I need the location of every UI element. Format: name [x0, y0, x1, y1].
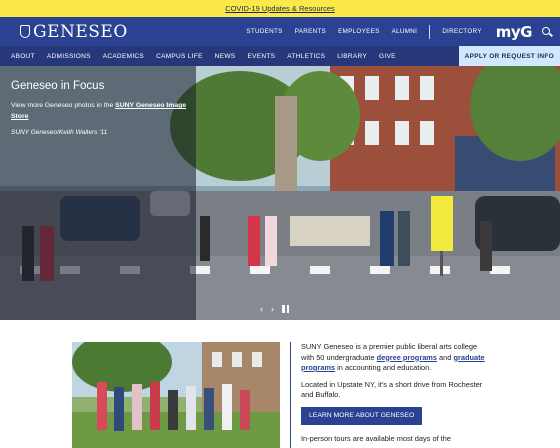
search-icon[interactable]: [542, 26, 552, 37]
nav-academics[interactable]: ACADEMICS: [103, 53, 144, 60]
nav-news[interactable]: NEWS: [215, 53, 236, 60]
mygeneseo-portal-link[interactable]: myG: [496, 23, 533, 41]
nav-library[interactable]: LIBRARY: [337, 53, 367, 60]
geneseo-seal-icon: [20, 25, 30, 38]
main-navigation: ABOUT ADMISSIONS ACADEMICS CAMPUS LIFE N…: [0, 46, 560, 66]
intro-section: SUNY Geneseo is a premier public liberal…: [0, 320, 560, 448]
chevron-left-icon[interactable]: ‹: [260, 304, 263, 314]
geneseo-logo[interactable]: GENESEO: [20, 22, 128, 42]
top-link-directory[interactable]: DIRECTORY: [442, 28, 482, 35]
intro-paragraph-3: In-person tours are available most days …: [301, 434, 451, 443]
degree-programs-link[interactable]: degree programs: [377, 353, 437, 362]
photo-credit: SUNY Geneseo/Keith Walters '11: [11, 129, 108, 136]
chevron-right-icon[interactable]: ›: [271, 304, 274, 314]
students-group-photo: [72, 342, 280, 448]
nav-about[interactable]: ABOUT: [11, 53, 35, 60]
hero-caption: Geneseo in Focus View more Geneseo photo…: [11, 80, 191, 136]
covid-alert-bar: COVID-19 Updates & Resources: [0, 0, 560, 17]
intro-p1-suffix: in accounting and education.: [335, 363, 432, 372]
top-header: GENESEO STUDENTS PARENTS EMPLOYEES ALUMN…: [0, 17, 560, 46]
top-link-parents[interactable]: PARENTS: [295, 28, 326, 35]
nav-events[interactable]: EVENTS: [247, 53, 275, 60]
slideshow-controls: ‹ ›: [260, 304, 289, 314]
hero-slideshow: Geneseo in Focus View more Geneseo photo…: [0, 66, 560, 320]
hero-desc-text: View more Geneseo photos in the: [11, 102, 116, 109]
covid-alert-link[interactable]: COVID-19 Updates & Resources: [225, 4, 335, 13]
nav-admissions[interactable]: ADMISSIONS: [47, 53, 91, 60]
nav-athletics[interactable]: ATHLETICS: [287, 53, 325, 60]
hero-description: View more Geneseo photos in the SUNY Gen…: [11, 100, 191, 122]
top-link-employees[interactable]: EMPLOYEES: [338, 28, 380, 35]
intro-p1-mid: and: [437, 352, 454, 362]
logo-text: GENESEO: [33, 21, 128, 42]
pause-icon[interactable]: [282, 305, 289, 313]
top-link-alumni[interactable]: ALUMNI: [392, 28, 418, 35]
intro-paragraph-1: SUNY Geneseo is a premier public liberal…: [301, 342, 490, 374]
intro-text: SUNY Geneseo is a premier public liberal…: [290, 342, 490, 448]
learn-more-button[interactable]: LEARN MORE ABOUT GENESEO: [301, 406, 423, 425]
intro-paragraph-2: Located in Upstate NY, it's a short driv…: [301, 379, 483, 400]
top-link-students[interactable]: STUDENTS: [246, 28, 282, 35]
nav-give[interactable]: GIVE: [379, 53, 396, 60]
hero-title: Geneseo in Focus: [11, 80, 105, 92]
apply-button[interactable]: APPLY OR REQUEST INFO: [458, 46, 560, 66]
audience-links: STUDENTS PARENTS EMPLOYEES ALUMNI DIRECT…: [246, 24, 482, 39]
nav-campus-life[interactable]: CAMPUS LIFE: [156, 53, 203, 60]
top-link-divider: [429, 24, 431, 39]
